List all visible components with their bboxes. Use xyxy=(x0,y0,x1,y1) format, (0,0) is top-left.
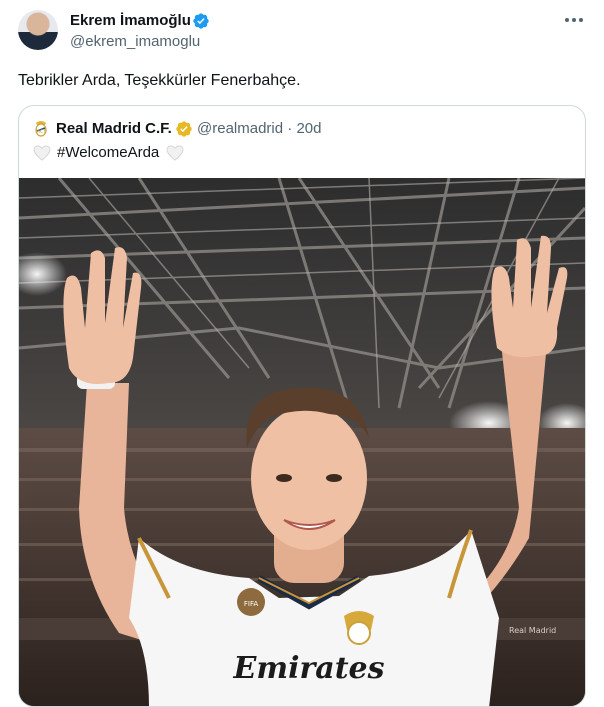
quoted-text: #WelcomeArda xyxy=(57,144,160,161)
stadium-board-text: Real Madrid xyxy=(509,626,556,635)
tweet-text: Tebrikler Arda, Teşekkürler Fenerbahçe. xyxy=(18,72,301,89)
jersey-sponsor-text: Emirates xyxy=(232,651,384,686)
quoted-handle[interactable]: @realmadrid xyxy=(197,120,283,137)
real-madrid-crest-icon: MCF xyxy=(35,121,47,137)
author-name[interactable]: Ekrem İmamoğlu xyxy=(70,12,191,29)
svg-text:MCF: MCF xyxy=(36,129,47,135)
quoted-time[interactable]: 20d xyxy=(296,120,321,137)
author-avatar[interactable] xyxy=(18,10,58,50)
white-heart-icon xyxy=(33,145,51,161)
separator-dot: · xyxy=(287,120,293,137)
quoted-handle-time[interactable]: @realmadrid · 20d xyxy=(197,120,321,137)
player-photo-illustration: Real Madrid FIFA Emirates xyxy=(19,178,585,706)
quoted-author-name[interactable]: Real Madrid C.F. xyxy=(56,120,172,137)
more-options-icon[interactable] xyxy=(562,8,586,32)
quoted-media-photo[interactable]: Real Madrid FIFA Emirates xyxy=(19,178,585,706)
tweet[interactable]: Ekrem İmamoğlu @ekrem_imamoglu Tebrikler… xyxy=(0,0,604,707)
svg-text:FIFA: FIFA xyxy=(244,600,258,608)
author-handle[interactable]: @ekrem_imamoglu xyxy=(70,33,200,50)
quoted-tweet[interactable]: MCF Real Madrid C.F. @realmadrid · 20d #… xyxy=(18,105,586,707)
verified-badge-icon xyxy=(193,13,209,29)
white-heart-icon xyxy=(166,145,184,161)
gold-verified-badge-icon xyxy=(176,121,192,137)
